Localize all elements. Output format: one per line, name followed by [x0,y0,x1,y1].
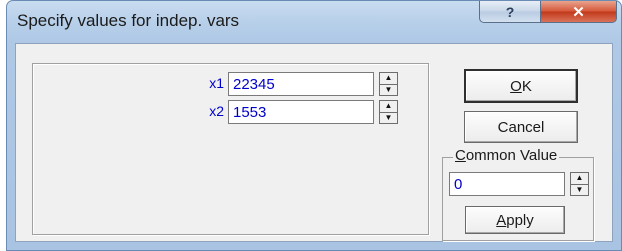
dialog-client-area: x1 ▲ ▼ x2 ▲ ▼ OK Cancel [15,43,613,242]
dialog-window: Specify values for indep. vars ? ✕ x1 ▲ … [6,0,622,251]
spin-up-button[interactable]: ▲ [571,173,588,185]
spin-arrows-icon[interactable]: ▲ ▼ [379,100,398,124]
spin-arrows-icon[interactable]: ▲ ▼ [379,72,398,96]
cancel-button[interactable]: Cancel [464,111,578,143]
spin-down-button[interactable]: ▼ [571,185,588,196]
spin-up-button[interactable]: ▲ [380,73,397,85]
apply-mnemonic: A [496,211,507,229]
cancel-label: Cancel [497,118,545,136]
common-value-input[interactable] [449,172,565,196]
variable-row-x1: x1 ▲ ▼ [33,72,430,96]
close-button[interactable]: ✕ [541,1,617,23]
help-button[interactable]: ? [479,1,541,23]
ok-label: K [521,77,532,95]
apply-button[interactable]: Apply [465,206,565,234]
common-value-legend-text: ommon Value [465,147,558,164]
title-bar[interactable]: Specify values for indep. vars ? ✕ [7,1,621,43]
caption-buttons: ? ✕ [479,1,617,24]
apply-label: pply [506,211,534,229]
common-value-group: Common Value ▲ ▼ Apply [442,147,594,241]
close-x-icon: ✕ [572,3,585,21]
variable-row-x2: x2 ▲ ▼ [33,100,430,124]
variable-input-x2[interactable] [228,100,374,124]
ok-mnemonic: O [510,77,522,95]
spin-down-button[interactable]: ▼ [380,113,397,124]
variable-label-x2: x2 [209,103,224,119]
spin-up-button[interactable]: ▲ [380,101,397,113]
variable-input-x1[interactable] [228,72,374,96]
spin-arrows-icon[interactable]: ▲ ▼ [570,172,589,196]
question-mark-icon: ? [505,3,515,20]
ok-button[interactable]: OK [464,69,578,103]
spin-down-button[interactable]: ▼ [380,85,397,96]
variable-label-x1: x1 [209,75,224,91]
common-value-mnemonic: C [455,147,466,164]
variables-group: x1 ▲ ▼ x2 ▲ ▼ [32,63,429,235]
common-value-legend: Common Value [453,147,560,164]
dialog-title: Specify values for indep. vars [17,11,240,30]
